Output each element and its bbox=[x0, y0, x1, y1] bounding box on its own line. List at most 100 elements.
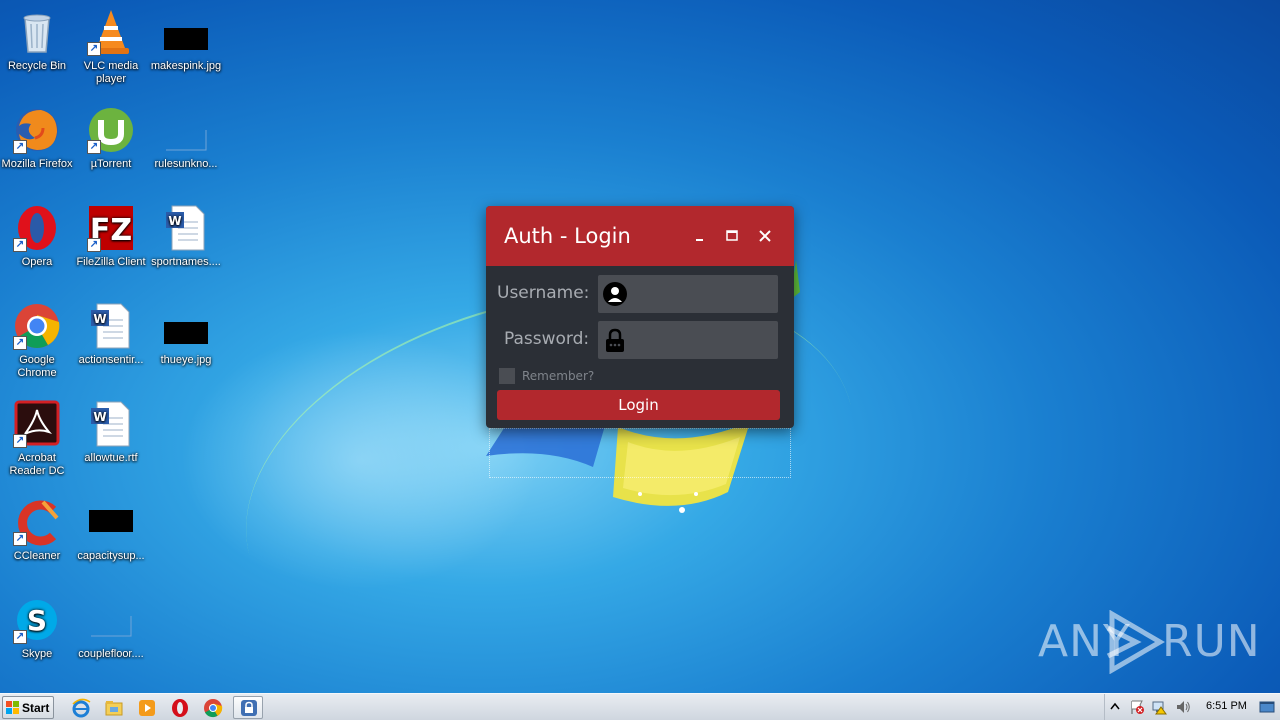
shortcut-arrow-icon: ↗ bbox=[13, 434, 27, 448]
desktop-icon-file-makespink[interactable]: makespink.jpg bbox=[149, 8, 223, 73]
desktop-icon-label: Acrobat Reader DC bbox=[9, 452, 65, 477]
file-explorer-icon[interactable] bbox=[104, 698, 124, 718]
desktop-icon-label: FileZilla Client bbox=[76, 256, 146, 268]
chrome-taskbar-icon[interactable] bbox=[203, 698, 223, 718]
show-hidden-icons-icon[interactable] bbox=[1107, 699, 1123, 715]
firefox-icon: ↗ bbox=[13, 106, 61, 154]
ccleaner-icon: ↗ bbox=[13, 498, 61, 546]
shortcut-arrow-icon: ↗ bbox=[87, 140, 101, 154]
desktop-icon-utorrent[interactable]: ↗ µTorrent bbox=[74, 106, 148, 171]
recycle-bin-icon bbox=[13, 8, 61, 56]
start-button[interactable]: Start bbox=[2, 696, 54, 719]
lock-app-icon bbox=[241, 700, 257, 716]
windows-flag-icon bbox=[6, 701, 19, 714]
clock[interactable]: 6:51 PM bbox=[1206, 700, 1247, 712]
desktop-icon-document-sportnames[interactable]: W sportnames.... bbox=[149, 204, 223, 269]
shortcut-arrow-icon: ↗ bbox=[13, 238, 27, 252]
auth-login-dialog: Auth - Login Username: Password: Remembe… bbox=[486, 206, 794, 428]
minimize-button[interactable] bbox=[688, 224, 712, 248]
desktop-icon-label: rulesunkno... bbox=[154, 158, 218, 170]
desktop-icon-label: VLC media player bbox=[83, 60, 139, 85]
username-input[interactable] bbox=[634, 275, 774, 313]
desktop-icon-label: CCleaner bbox=[13, 550, 61, 562]
username-field[interactable] bbox=[598, 275, 778, 313]
svg-text:W: W bbox=[93, 312, 106, 326]
desktop-icon-label: Mozilla Firefox bbox=[1, 158, 73, 170]
desktop-icon-document-actionsentir[interactable]: W actionsentir... bbox=[74, 302, 148, 367]
internet-explorer-icon[interactable] bbox=[71, 698, 91, 718]
opera-taskbar-icon[interactable] bbox=[170, 698, 190, 718]
utorrent-icon: ↗ bbox=[87, 106, 135, 154]
desktop-icon-opera[interactable]: ↗ Opera bbox=[0, 204, 74, 269]
desktop-icon-label: Opera bbox=[21, 256, 53, 268]
remember-checkbox[interactable] bbox=[499, 368, 515, 384]
image-thumbnail-icon bbox=[87, 498, 135, 546]
image-thumbnail-icon bbox=[162, 302, 210, 350]
desktop-icon-recycle-bin[interactable]: Recycle Bin bbox=[0, 8, 74, 73]
desktop-icon-google-chrome[interactable]: ↗ Google Chrome bbox=[0, 302, 74, 380]
volume-icon[interactable] bbox=[1175, 699, 1191, 715]
svg-text:S: S bbox=[27, 604, 47, 637]
shortcut-arrow-icon: ↗ bbox=[13, 336, 27, 350]
desktop-icon-label: µTorrent bbox=[90, 158, 132, 170]
close-icon bbox=[759, 230, 771, 242]
watermark-text-run: RUN bbox=[1162, 616, 1261, 667]
shortcut-arrow-icon: ↗ bbox=[87, 238, 101, 252]
remember-label: Remember? bbox=[522, 369, 595, 383]
start-label: Start bbox=[22, 701, 50, 715]
desktop-icon-file-rulesunkno[interactable]: rulesunkno... bbox=[149, 106, 223, 171]
svg-text:W: W bbox=[93, 410, 106, 424]
close-button[interactable] bbox=[753, 224, 777, 248]
taskbar-auth-login-app[interactable] bbox=[233, 696, 263, 719]
dialog-title-bar[interactable]: Auth - Login bbox=[486, 206, 794, 266]
shortcut-arrow-icon: ↗ bbox=[13, 532, 27, 546]
desktop-icon-skype[interactable]: S ↗ Skype bbox=[0, 596, 74, 661]
maximize-icon bbox=[726, 230, 738, 241]
desktop-icon-label: thueye.jpg bbox=[160, 354, 212, 366]
svg-text:W: W bbox=[168, 214, 181, 228]
password-field[interactable] bbox=[598, 321, 778, 359]
word-document-icon: W bbox=[87, 302, 135, 350]
vlc-cone-icon: ↗ bbox=[87, 8, 135, 56]
network-icon[interactable] bbox=[1151, 699, 1167, 715]
action-center-flag-icon[interactable] bbox=[1129, 699, 1145, 715]
password-input[interactable] bbox=[634, 321, 774, 359]
desktop-icon-vlc[interactable]: ↗ VLC media player bbox=[74, 8, 148, 86]
desktop-icon-file-capacitysup[interactable]: capacitysup... bbox=[74, 498, 148, 563]
desktop-icon-acrobat-reader[interactable]: ↗ Acrobat Reader DC bbox=[0, 400, 74, 478]
desktop-icon-ccleaner[interactable]: ↗ CCleaner bbox=[0, 498, 74, 563]
user-icon bbox=[603, 282, 627, 306]
blank-file-icon bbox=[87, 596, 135, 644]
desktop-icon-file-couplefloor[interactable]: couplefloor.... bbox=[74, 596, 148, 661]
dialog-title: Auth - Login bbox=[504, 224, 631, 248]
desktop-icon-label: Skype bbox=[21, 648, 53, 660]
desktop-icon-document-allowtue[interactable]: W allowtue.rtf bbox=[74, 400, 148, 465]
shortcut-arrow-icon: ↗ bbox=[13, 630, 27, 644]
notification-window-icon[interactable] bbox=[1259, 699, 1275, 715]
desktop-icon-label: sportnames.... bbox=[151, 256, 221, 268]
play-icon bbox=[1106, 610, 1165, 674]
media-player-icon[interactable] bbox=[137, 698, 157, 718]
password-label: Password: bbox=[504, 329, 590, 349]
login-button[interactable]: Login bbox=[497, 390, 780, 420]
desktop-icon-mozilla-firefox[interactable]: ↗ Mozilla Firefox bbox=[0, 106, 74, 171]
desktop-icon-label: Google Chrome bbox=[17, 354, 57, 379]
system-tray: 6:51 PM bbox=[1104, 694, 1280, 720]
desktop-icon-label: couplefloor.... bbox=[78, 648, 144, 660]
word-document-icon: W bbox=[87, 400, 135, 448]
desktop-selection-rectangle bbox=[489, 428, 791, 478]
acrobat-icon: ↗ bbox=[13, 400, 61, 448]
opera-icon: ↗ bbox=[13, 204, 61, 252]
image-thumbnail-icon bbox=[162, 8, 210, 56]
username-label: Username: bbox=[497, 283, 590, 303]
lock-icon bbox=[606, 328, 624, 352]
shortcut-arrow-icon: ↗ bbox=[13, 140, 27, 154]
desktop-icon-file-thueye[interactable]: thueye.jpg bbox=[149, 302, 223, 367]
taskbar: Start 6:51 PM bbox=[0, 693, 1280, 720]
chrome-icon: ↗ bbox=[13, 302, 61, 350]
skype-icon: S ↗ bbox=[13, 596, 61, 644]
desktop-icon-label: capacitysup... bbox=[77, 550, 145, 562]
blank-file-icon bbox=[162, 106, 210, 154]
desktop-icon-filezilla[interactable]: FZ ↗ FileZilla Client bbox=[74, 204, 148, 269]
maximize-button[interactable] bbox=[720, 224, 744, 248]
